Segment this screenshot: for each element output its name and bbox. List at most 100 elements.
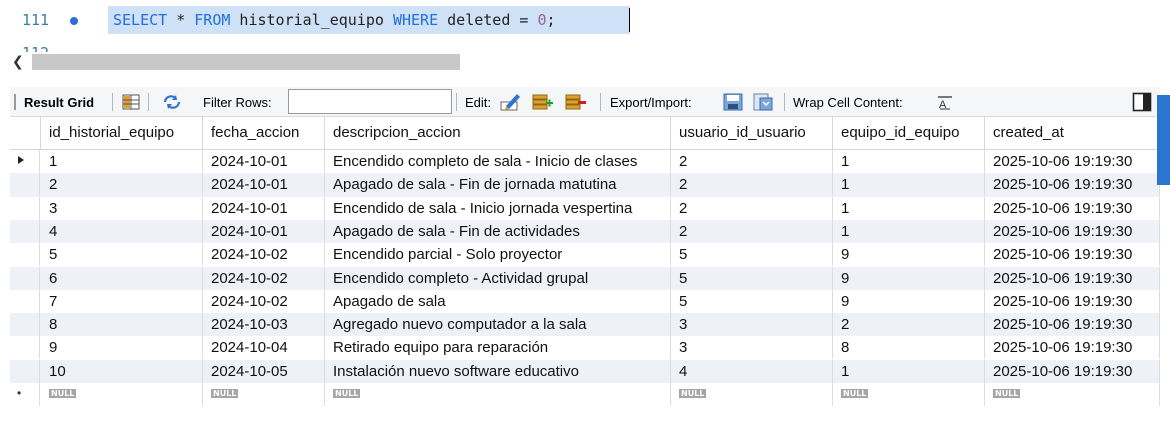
cell-created-at[interactable]: 2025-10-06 19:19:30 (985, 243, 1160, 267)
cell-descripcion-accion[interactable]: Encendido de sala - Inicio jornada vespe… (325, 196, 671, 220)
row-header[interactable] (10, 313, 40, 337)
cell-fecha-accion[interactable]: 2024-10-02 (203, 289, 325, 313)
cell-created-at[interactable]: 2025-10-06 19:19:30 (985, 289, 1160, 313)
cell-equipo-id-equipo[interactable]: 1 (833, 150, 985, 173)
toggle-side-panel-icon[interactable] (1132, 87, 1152, 117)
refresh-icon[interactable] (162, 87, 182, 117)
cell-created-at[interactable]: 2025-10-06 19:19:30 (985, 150, 1160, 173)
table-row[interactable]: 10 2024-10-05 Instalación nuevo software e… (10, 359, 1160, 383)
cell-equipo-id-equipo[interactable]: 9 (833, 266, 985, 290)
column-header-usuario-id-usuario[interactable]: usuario_id_usuario (671, 117, 833, 150)
cell-fecha-accion[interactable]: 2024-10-01 (203, 196, 325, 220)
cell-descripcion-accion[interactable]: Apagado de sala - Fin de jornada matutin… (325, 173, 671, 197)
cell-usuario-id-usuario[interactable]: 5 (671, 243, 833, 267)
row-header[interactable] (10, 150, 40, 173)
cell-equipo-id-equipo[interactable]: 2 (833, 313, 985, 337)
column-header-created-at[interactable]: created_at (985, 117, 1160, 150)
editor-horizontal-scrollbar[interactable]: ❮ (0, 52, 1170, 72)
cell-id-historial-equipo[interactable]: 1 (41, 150, 203, 173)
cell-equipo-id-equipo[interactable]: 1 (833, 196, 985, 220)
column-header-equipo-id-equipo[interactable]: equipo_id_equipo (833, 117, 985, 150)
row-header[interactable] (10, 196, 40, 220)
cell-id-historial-equipo[interactable]: 9 (41, 336, 203, 360)
cell-descripcion-accion[interactable]: Retirado equipo para reparación (325, 336, 671, 360)
cell-fecha-accion[interactable]: 2024-10-01 (203, 173, 325, 197)
table-row[interactable]: 5 2024-10-02 Encendido parcial - Solo proy… (10, 243, 1160, 267)
new-row[interactable]: • NULL NULL NULL NULL NULL NULL (10, 383, 1160, 407)
sql-editor[interactable]: 111 SELECT * FROM historial_equipo WHERE… (0, 0, 1170, 52)
row-header[interactable] (10, 173, 40, 197)
cell-id-historial-equipo[interactable]: 4 (41, 219, 203, 243)
cell-usuario-id-usuario[interactable]: 5 (671, 266, 833, 290)
cell-fecha-accion[interactable]: 2024-10-01 (203, 219, 325, 243)
cell-equipo-id-equipo[interactable]: 8 (833, 336, 985, 360)
cell-created-at[interactable]: 2025-10-06 19:19:30 (985, 196, 1160, 220)
cell-id-historial-equipo[interactable]: 10 (41, 359, 203, 383)
row-header[interactable] (10, 219, 40, 243)
row-header[interactable] (10, 336, 40, 360)
cell-descripcion-accion[interactable]: Instalación nuevo software educativo (325, 359, 671, 383)
column-header-fecha-accion[interactable]: fecha_accion (203, 117, 325, 150)
cell-id-historial-equipo[interactable]: 5 (41, 243, 203, 267)
null-cell[interactable]: NULL (203, 383, 325, 406)
table-row[interactable]: 3 2024-10-01 Encendido de sala - Inicio jo… (10, 196, 1160, 220)
table-row[interactable]: 9 2024-10-04 Retirado equipo para reparaci… (10, 336, 1160, 360)
cell-fecha-accion[interactable]: 2024-10-05 (203, 359, 325, 383)
scroll-left-icon[interactable]: ❮ (12, 53, 24, 70)
row-header[interactable] (10, 243, 40, 267)
null-cell[interactable]: NULL (325, 383, 671, 406)
cell-usuario-id-usuario[interactable]: 2 (671, 196, 833, 220)
sql-statement[interactable]: SELECT * FROM historial_equipo WHERE del… (108, 6, 630, 34)
row-header[interactable] (10, 289, 40, 313)
cell-usuario-id-usuario[interactable]: 3 (671, 313, 833, 337)
cell-descripcion-accion[interactable]: Agregado nuevo computador a la sala (325, 313, 671, 337)
null-cell[interactable]: NULL (833, 383, 985, 406)
scrollbar-thumb[interactable] (32, 54, 460, 70)
cell-equipo-id-equipo[interactable]: 1 (833, 359, 985, 383)
cell-fecha-accion[interactable]: 2024-10-02 (203, 266, 325, 290)
cell-equipo-id-equipo[interactable]: 1 (833, 219, 985, 243)
cell-fecha-accion[interactable]: 2024-10-04 (203, 336, 325, 360)
cell-usuario-id-usuario[interactable]: 2 (671, 150, 833, 173)
cell-fecha-accion[interactable]: 2024-10-01 (203, 150, 325, 173)
result-grid[interactable]: id_historial_equipo fecha_accion descripci… (10, 117, 1160, 427)
grid-form-toggle-icon[interactable] (122, 87, 140, 117)
cell-id-historial-equipo[interactable]: 7 (41, 289, 203, 313)
null-cell[interactable]: NULL (985, 383, 1160, 406)
cell-descripcion-accion[interactable]: Apagado de sala - Fin de actividades (325, 219, 671, 243)
cell-usuario-id-usuario[interactable]: 2 (671, 173, 833, 197)
cell-equipo-id-equipo[interactable]: 9 (833, 289, 985, 313)
cell-id-historial-equipo[interactable]: 2 (41, 173, 203, 197)
cell-usuario-id-usuario[interactable]: 3 (671, 336, 833, 360)
table-row[interactable]: 1 2024-10-01 Encendido completo de sala - … (10, 150, 1160, 174)
table-row[interactable]: 8 2024-10-03 Agregado nuevo computador a l… (10, 313, 1160, 337)
cell-fecha-accion[interactable]: 2024-10-02 (203, 243, 325, 267)
cell-descripcion-accion[interactable]: Encendido completo de sala - Inicio de c… (325, 150, 671, 173)
column-header-id-historial-equipo[interactable]: id_historial_equipo (41, 117, 203, 150)
import-icon[interactable] (752, 87, 774, 117)
insert-row-icon[interactable] (532, 87, 554, 117)
table-row[interactable]: 6 2024-10-02 Encendido completo - Activida… (10, 266, 1160, 290)
cell-created-at[interactable]: 2025-10-06 19:19:30 (985, 173, 1160, 197)
cell-created-at[interactable]: 2025-10-06 19:19:30 (985, 266, 1160, 290)
cell-equipo-id-equipo[interactable]: 9 (833, 243, 985, 267)
cell-usuario-id-usuario[interactable]: 2 (671, 219, 833, 243)
row-header[interactable] (10, 266, 40, 290)
cell-id-historial-equipo[interactable]: 3 (41, 196, 203, 220)
column-header-descripcion-accion[interactable]: descripcion_accion (325, 117, 671, 150)
table-row[interactable]: 4 2024-10-01 Apagado de sala - Fin de acti… (10, 219, 1160, 244)
delete-row-icon[interactable] (565, 87, 587, 117)
cell-usuario-id-usuario[interactable]: 4 (671, 359, 833, 383)
table-row[interactable]: 2 2024-10-01 Apagado de sala - Fin de jorn… (10, 173, 1160, 197)
cell-descripcion-accion[interactable]: Encendido parcial - Solo proyector (325, 243, 671, 267)
filter-rows-input[interactable] (288, 89, 452, 114)
table-row[interactable]: 7 2024-10-02 Apagado de sala 5 9 2025-10-06 1… (10, 289, 1160, 314)
cell-fecha-accion[interactable]: 2024-10-03 (203, 313, 325, 337)
null-cell[interactable]: NULL (671, 383, 833, 406)
export-icon[interactable] (722, 87, 744, 117)
cell-id-historial-equipo[interactable]: 6 (41, 266, 203, 290)
cell-descripcion-accion[interactable]: Apagado de sala (325, 289, 671, 313)
cell-equipo-id-equipo[interactable]: 1 (833, 173, 985, 197)
edit-current-row-icon[interactable] (500, 87, 522, 117)
editor-line-111[interactable]: 111 SELECT * FROM historial_equipo WHERE… (0, 6, 1170, 34)
